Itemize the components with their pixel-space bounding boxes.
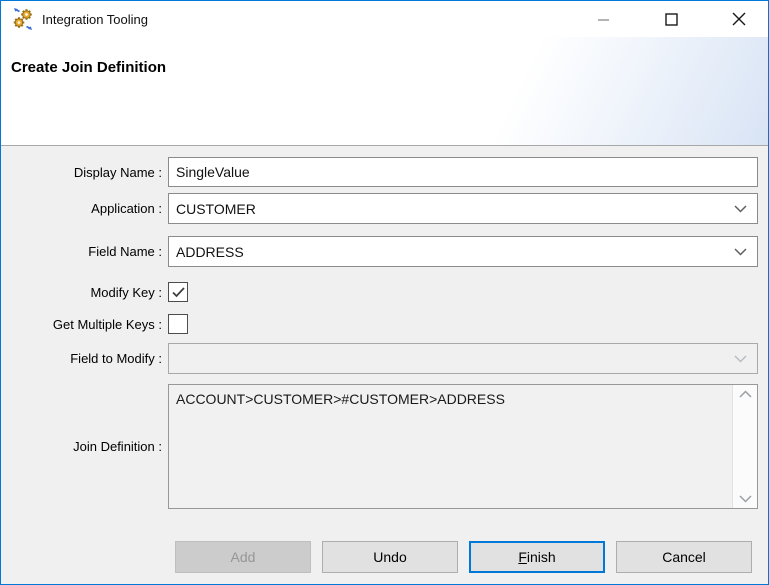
field-name-label: Field Name : [1, 244, 162, 259]
dialog-content: Display Name : Application : CUSTOMER Fi… [1, 146, 768, 585]
field-to-modify-dropdown [168, 343, 758, 374]
title-bar: Integration Tooling [1, 1, 768, 37]
close-button[interactable] [716, 2, 762, 36]
join-definition-label: Join Definition : [1, 439, 162, 454]
cancel-button[interactable]: Cancel [616, 541, 752, 573]
maximize-icon [665, 13, 678, 26]
chevron-down-icon [734, 205, 747, 213]
window-title: Integration Tooling [42, 12, 148, 27]
scroll-up-icon[interactable] [739, 390, 752, 398]
modify-key-row: Modify Key : [1, 282, 768, 302]
finish-button[interactable]: Finish [469, 541, 605, 573]
field-name-row: Field Name : ADDRESS [1, 236, 768, 267]
close-icon [732, 12, 746, 26]
maximize-button[interactable] [648, 2, 694, 36]
integration-tooling-gears-icon [11, 7, 35, 31]
finish-button-accelerator: F [518, 549, 527, 565]
add-button: Add [175, 541, 311, 573]
undo-button[interactable]: Undo [322, 541, 458, 573]
application-dropdown[interactable]: CUSTOMER [168, 193, 758, 224]
dialog-window: Integration Tooling Create Join Definiti… [0, 0, 769, 585]
minimize-icon [597, 13, 610, 26]
scroll-down-icon[interactable] [739, 495, 752, 503]
field-to-modify-label: Field to Modify : [1, 351, 162, 366]
application-value: CUSTOMER [176, 201, 256, 217]
dialog-button-bar: Add Undo Finish Cancel [175, 541, 752, 573]
field-name-dropdown[interactable]: ADDRESS [168, 236, 758, 267]
chevron-down-icon [734, 355, 747, 363]
field-name-value: ADDRESS [176, 244, 244, 260]
chevron-down-icon [734, 248, 747, 256]
checkmark-icon [172, 287, 185, 298]
modify-key-checkbox[interactable] [168, 282, 188, 302]
wizard-banner: Create Join Definition [1, 37, 768, 145]
vertical-scrollbar[interactable] [732, 385, 757, 508]
minimize-button[interactable] [580, 2, 626, 36]
modify-key-label: Modify Key : [1, 285, 162, 300]
application-row: Application : CUSTOMER [1, 193, 768, 224]
join-definition-value: ACCOUNT>CUSTOMER>#CUSTOMER>ADDRESS [176, 391, 727, 407]
join-definition-textarea[interactable]: ACCOUNT>CUSTOMER>#CUSTOMER>ADDRESS [168, 384, 758, 509]
display-name-row: Display Name : [1, 157, 768, 187]
join-definition-row: Join Definition : ACCOUNT>CUSTOMER>#CUST… [1, 384, 768, 509]
page-title: Create Join Definition [11, 59, 166, 76]
get-multiple-keys-label: Get Multiple Keys : [1, 317, 162, 332]
display-name-input[interactable] [168, 157, 758, 187]
display-name-label: Display Name : [1, 165, 162, 180]
get-multiple-keys-row: Get Multiple Keys : [1, 314, 768, 334]
field-to-modify-row: Field to Modify : [1, 343, 768, 374]
get-multiple-keys-checkbox[interactable] [168, 314, 188, 334]
application-label: Application : [1, 201, 162, 216]
finish-button-label-rest: inish [527, 549, 556, 565]
